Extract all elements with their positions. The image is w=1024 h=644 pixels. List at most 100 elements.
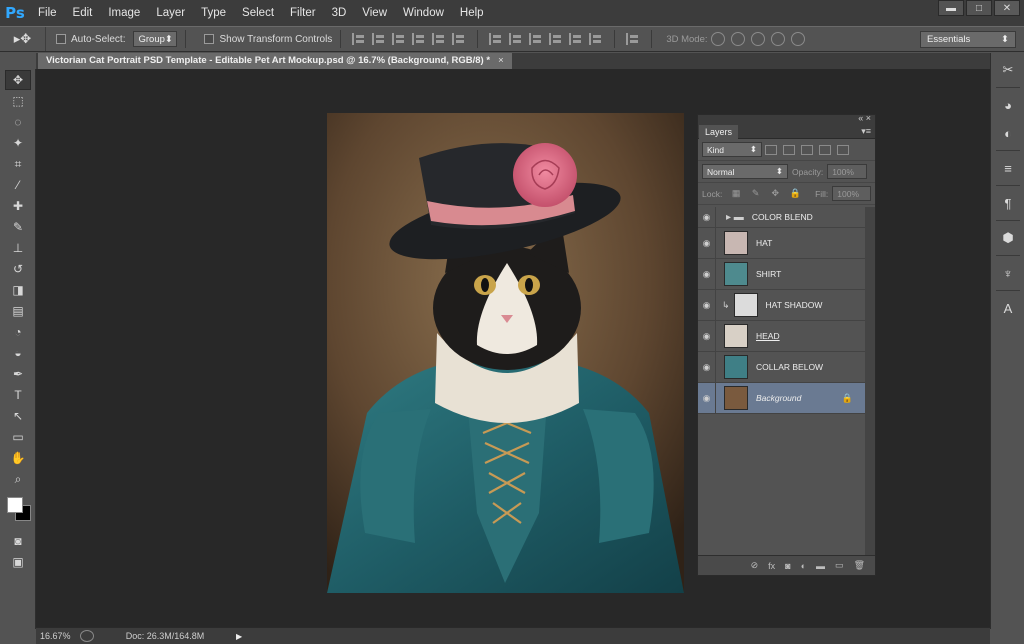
- zoom-tool[interactable]: ⌕: [5, 469, 31, 489]
- distribute-left-icon[interactable]: [549, 33, 563, 45]
- filter-kind-dropdown[interactable]: Kind ⬍: [702, 142, 762, 157]
- 3d-roll-icon[interactable]: [730, 32, 745, 46]
- auto-align-icon[interactable]: [626, 33, 640, 45]
- filter-pixel-icon[interactable]: [765, 144, 777, 155]
- blend-mode-dropdown[interactable]: Normal ⬍: [702, 164, 788, 179]
- layers-scrollbar[interactable]: [865, 207, 875, 555]
- layer-group-color-blend[interactable]: ◉ ▸ ▬ COLOR BLEND: [698, 206, 865, 228]
- menu-image[interactable]: Image: [100, 0, 148, 26]
- menu-file[interactable]: File: [30, 0, 65, 26]
- hand-tool[interactable]: ✋: [5, 448, 31, 468]
- 3d-rotate-icon[interactable]: [710, 32, 725, 46]
- add-mask-icon[interactable]: ◙: [785, 561, 790, 571]
- align-right-icon[interactable]: [452, 33, 466, 45]
- layer-hat-shadow[interactable]: ◉ ↳ HAT SHADOW: [698, 289, 865, 321]
- foreground-color[interactable]: [7, 497, 23, 513]
- new-layer-icon[interactable]: ▭: [835, 560, 844, 571]
- quick-select-tool[interactable]: ✦: [5, 133, 31, 153]
- adjustment-layer-icon[interactable]: ◐: [801, 561, 806, 571]
- align-bottom-icon[interactable]: [392, 33, 406, 45]
- layer-hat[interactable]: ◉ HAT: [698, 227, 865, 259]
- 3d-slide-icon[interactable]: [770, 32, 785, 46]
- new-group-icon[interactable]: ▬: [816, 561, 825, 571]
- type-tool[interactable]: T: [5, 385, 31, 405]
- color-panel-icon[interactable]: ◕: [996, 94, 1020, 116]
- 3d-icon[interactable]: ⬢: [996, 227, 1020, 249]
- gradient-tool[interactable]: ▤: [5, 301, 31, 321]
- distribute-hcenter-icon[interactable]: [569, 33, 583, 45]
- menu-type[interactable]: Type: [193, 0, 234, 26]
- lock-image-icon[interactable]: ✎: [751, 188, 761, 199]
- document-canvas[interactable]: [327, 113, 684, 593]
- layer-background[interactable]: ◉ Background 🔒: [698, 382, 865, 414]
- distribute-bottom-icon[interactable]: [529, 33, 543, 45]
- layer-shirt[interactable]: ◉ SHIRT: [698, 258, 865, 290]
- visibility-eye-icon[interactable]: ◉: [698, 320, 716, 352]
- eyedropper-tool[interactable]: ⁄: [5, 175, 31, 195]
- lock-position-icon[interactable]: ✥: [770, 188, 780, 199]
- fill-field[interactable]: 100%: [832, 186, 872, 201]
- menu-filter[interactable]: Filter: [282, 0, 324, 26]
- collapse-close-icon[interactable]: « ×: [858, 113, 871, 123]
- maximize-button[interactable]: □: [966, 0, 992, 16]
- 3d-scale-icon[interactable]: [790, 32, 805, 46]
- layer-head[interactable]: ◉ HEAD: [698, 320, 865, 352]
- dodge-tool[interactable]: ◒: [5, 343, 31, 363]
- filter-type-icon[interactable]: [801, 144, 813, 155]
- align-hcenter-icon[interactable]: [432, 33, 446, 45]
- lock-transparency-icon[interactable]: ▦: [731, 188, 741, 199]
- blur-tool[interactable]: ◔: [5, 322, 31, 342]
- filter-smart-object-icon[interactable]: [837, 144, 849, 155]
- menu-select[interactable]: Select: [234, 0, 282, 26]
- workspace-switcher[interactable]: Essentials ⬍: [920, 31, 1016, 48]
- menu-layer[interactable]: Layer: [148, 0, 193, 26]
- distribute-top-icon[interactable]: [489, 33, 503, 45]
- status-menu-arrow-icon[interactable]: ▶: [236, 632, 242, 641]
- path-select-tool[interactable]: ↖: [5, 406, 31, 426]
- zoom-level[interactable]: 16.67%: [36, 631, 74, 641]
- screen-mode-button[interactable]: ▣: [5, 552, 31, 572]
- visibility-eye-icon[interactable]: ◉: [698, 382, 716, 414]
- align-left-icon[interactable]: [412, 33, 426, 45]
- adjustments-icon[interactable]: ◐: [996, 122, 1020, 144]
- align-top-icon[interactable]: [352, 33, 366, 45]
- close-icon[interactable]: ×: [498, 53, 504, 69]
- crop-tool[interactable]: ⌗: [5, 154, 31, 174]
- pen-tool[interactable]: ✒: [5, 364, 31, 384]
- eraser-tool[interactable]: ◨: [5, 280, 31, 300]
- healing-brush-tool[interactable]: ✚: [5, 196, 31, 216]
- brush-tool[interactable]: ✎: [5, 217, 31, 237]
- menu-3d[interactable]: 3D: [324, 0, 355, 26]
- opacity-field[interactable]: 100%: [827, 164, 868, 179]
- layer-collar-below[interactable]: ◉ COLLAR BELOW: [698, 351, 865, 383]
- tools-panel-icon[interactable]: ✂: [996, 59, 1020, 81]
- visibility-eye-icon[interactable]: ◉: [698, 227, 716, 259]
- auto-select-dropdown[interactable]: Group ⬍: [133, 31, 178, 47]
- visibility-eye-icon[interactable]: ◉: [698, 258, 716, 290]
- paragraph-icon[interactable]: ¶: [996, 192, 1020, 214]
- distribute-vcenter-icon[interactable]: [509, 33, 523, 45]
- visibility-eye-icon[interactable]: ◉: [698, 289, 716, 321]
- menu-edit[interactable]: Edit: [65, 0, 101, 26]
- menu-window[interactable]: Window: [395, 0, 452, 26]
- brush-presets-icon[interactable]: ♆: [996, 262, 1020, 284]
- distribute-right-icon[interactable]: [589, 33, 603, 45]
- 3d-pan-icon[interactable]: [750, 32, 765, 46]
- auto-select-checkbox[interactable]: [56, 34, 66, 44]
- show-transform-checkbox[interactable]: [204, 34, 215, 44]
- filter-shape-icon[interactable]: [819, 144, 831, 155]
- layer-style-icon[interactable]: fx: [768, 561, 775, 571]
- visibility-eye-icon[interactable]: ◉: [698, 206, 716, 228]
- quick-mask-button[interactable]: ◙: [5, 531, 31, 551]
- link-layers-icon[interactable]: ⊘: [751, 560, 759, 571]
- document-tab[interactable]: Victorian Cat Portrait PSD Template - Ed…: [38, 53, 512, 69]
- shape-tool[interactable]: ▭: [5, 427, 31, 447]
- lock-all-icon[interactable]: 🔒: [789, 188, 800, 199]
- move-tool[interactable]: ✥: [5, 70, 31, 90]
- character-icon[interactable]: A: [996, 297, 1020, 319]
- close-button[interactable]: ✕: [994, 0, 1020, 16]
- minimize-button[interactable]: ▬: [938, 0, 964, 16]
- tab-layers[interactable]: Layers: [699, 125, 739, 139]
- menu-view[interactable]: View: [354, 0, 395, 26]
- align-vcenter-icon[interactable]: [372, 33, 386, 45]
